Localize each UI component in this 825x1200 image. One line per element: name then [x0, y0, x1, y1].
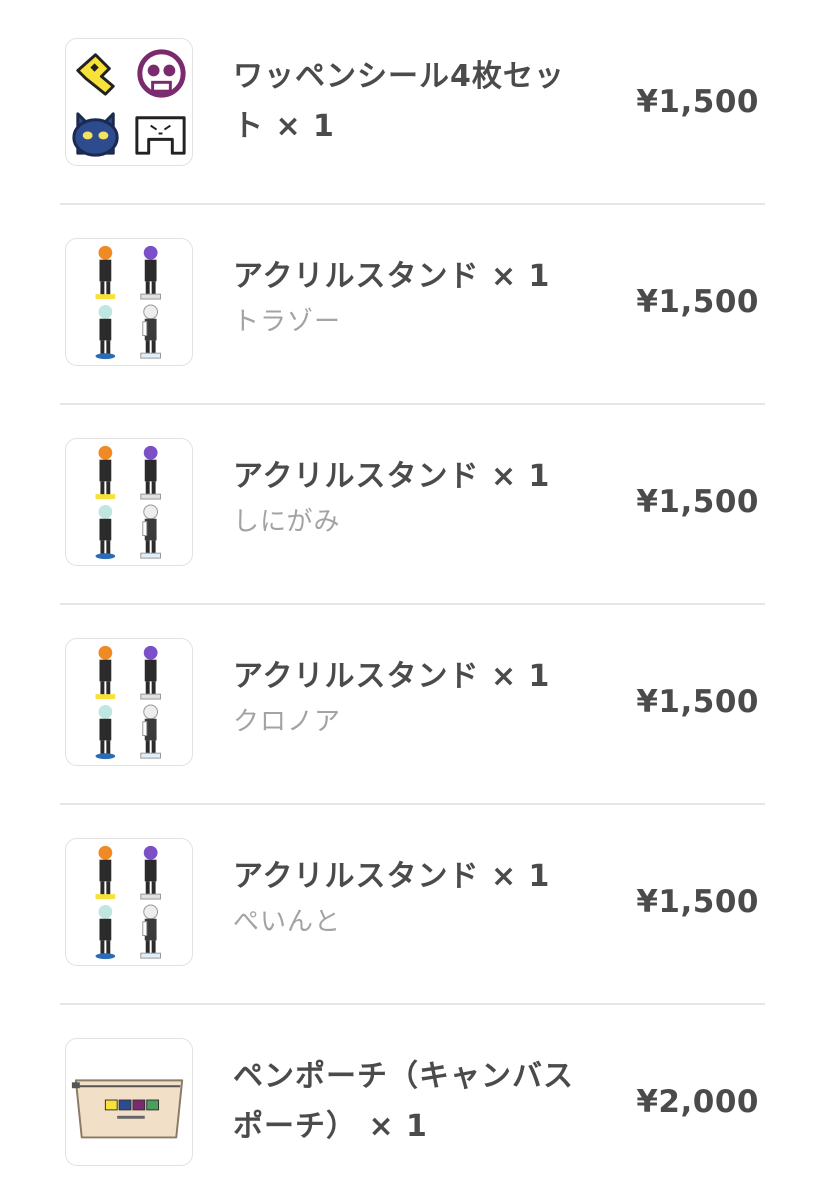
product-thumbnail: [65, 438, 193, 566]
pen-pouch-icon: [71, 1079, 184, 1139]
cart-item[interactable]: アクリルスタンド × 1 クロノア ¥1,500: [0, 600, 825, 800]
item-variant: トラゾー: [233, 307, 342, 337]
product-thumbnail: [65, 238, 193, 366]
item-title: アクリルスタンド × 1: [233, 259, 551, 294]
item-price: ¥1,500: [636, 884, 759, 920]
item-price: ¥1,500: [636, 684, 759, 720]
item-variant: ぺいんと: [233, 907, 342, 937]
product-thumbnail: [65, 38, 193, 166]
item-price: ¥1,500: [636, 84, 759, 120]
item-title: アクリルスタンド × 1: [233, 859, 551, 894]
item-variant: しにがみ: [233, 507, 341, 537]
product-thumbnail: [65, 1038, 193, 1166]
cart-item-list: ワッペンシール4枚セッ ト × 1 ¥1,500 アクリルスタンド × 1 トラ…: [0, 0, 825, 1200]
item-title: ワッペンシール4枚セッ: [233, 59, 565, 94]
item-price: ¥1,500: [636, 284, 759, 320]
product-thumbnail: [65, 638, 193, 766]
cart-item[interactable]: アクリルスタンド × 1 しにがみ ¥1,500: [0, 400, 825, 600]
cart-item[interactable]: ペンポーチ（キャンバス ポーチ） × 1 ¥2,000: [0, 1000, 825, 1200]
item-title-cont: ポーチ） × 1: [233, 1109, 428, 1144]
acrylic-stand-icon: [95, 245, 161, 360]
item-title: ペンポーチ（キャンバス: [233, 1059, 574, 1094]
patch-sticker-set-icon: [72, 49, 186, 157]
cart-item[interactable]: アクリルスタンド × 1 トラゾー ¥1,500: [0, 200, 825, 400]
item-price: ¥1,500: [636, 484, 759, 520]
acrylic-stand-icon: [95, 845, 161, 960]
cart-item[interactable]: ワッペンシール4枚セッ ト × 1 ¥1,500: [0, 0, 825, 200]
item-price: ¥2,000: [636, 1084, 759, 1120]
item-title: アクリルスタンド × 1: [233, 659, 551, 694]
acrylic-stand-icon: [95, 645, 161, 760]
acrylic-stand-icon: [95, 445, 161, 560]
cart-item[interactable]: アクリルスタンド × 1 ぺいんと ¥1,500: [0, 800, 825, 1000]
item-title: アクリルスタンド × 1: [233, 459, 551, 494]
item-title-cont: ト × 1: [233, 109, 335, 144]
item-variant: クロノア: [233, 707, 342, 737]
product-thumbnail: [65, 838, 193, 966]
